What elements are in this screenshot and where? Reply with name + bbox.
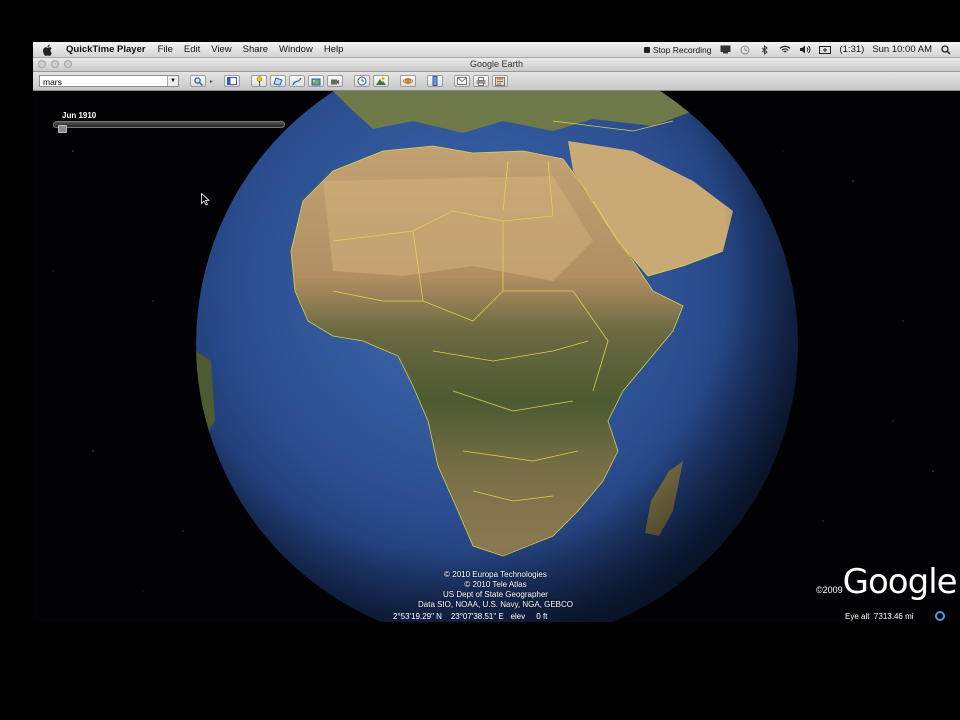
apple-menu-icon[interactable] [43,42,57,57]
clock-icon [357,76,367,86]
credit-line: © 2010 Europa Technologies [444,570,547,579]
sidebar-icon [227,77,238,85]
display-icon[interactable] [719,45,731,55]
ruler-button[interactable] [427,75,444,87]
search-history-dropdown[interactable]: ▼ [167,76,178,86]
longitude-readout: 23°07'38.51" E [450,612,504,621]
search-input[interactable]: mars ▼ [39,75,179,87]
mouse-pointer-icon [201,193,210,206]
credit-line: US Dept of State Geographer [443,590,548,599]
menu-help[interactable]: Help [324,44,344,55]
menu-bar: QuickTime Player File Edit View Share Wi… [33,42,960,58]
record-tour-button[interactable] [327,75,344,87]
eye-alt-label: Eye alt [845,612,870,621]
google-logo: ©2009Google [816,562,958,602]
add-polygon-button[interactable] [270,75,287,87]
email-button[interactable] [454,75,471,87]
time-slider-thumb[interactable] [58,125,67,133]
window-title-bar[interactable]: Google Earth [33,58,960,72]
printer-icon [476,76,486,86]
ruler-icon [432,76,438,86]
view-in-maps-button[interactable] [492,75,509,87]
latitude-readout: 2°53'19.29" N [393,612,442,621]
credit-line: © 2010 Tele Atlas [464,580,527,589]
map-icon [495,76,506,86]
menu-window[interactable]: Window [279,44,313,55]
zoom-window-button[interactable] [64,60,72,68]
spotlight-search-icon[interactable] [940,44,952,55]
elevation-value: 0 ft [536,612,548,621]
globe-view[interactable] [33,91,960,622]
stop-square-icon [643,46,650,53]
bluetooth-icon[interactable] [759,44,771,55]
battery-icon[interactable] [819,45,832,55]
path-icon [292,77,302,85]
battery-time: (1:31) [839,44,865,55]
eye-alt-value: 7313.46 mi [873,612,914,621]
print-button[interactable] [473,75,490,87]
time-slider-date: Jun 1910 [62,111,97,120]
close-window-button[interactable] [38,60,46,68]
magnifier-icon [193,76,203,86]
logo-word: Google [842,562,958,602]
navigation-control-icon[interactable] [935,611,945,621]
tour-camera-icon [331,79,340,84]
add-placemark-button[interactable] [251,75,268,87]
logo-year: ©2009 [816,585,843,595]
stop-recording-item[interactable]: Stop Recording [643,44,712,55]
add-path-button[interactable] [289,75,306,87]
switch-planet-button[interactable] [400,75,417,87]
menu-share[interactable]: Share [243,44,268,55]
imagery-credits: © 2010 Europa Technologies © 2010 Tele A… [393,570,598,610]
historical-imagery-slider[interactable]: Jun 1910 [53,111,285,133]
envelope-icon [457,77,468,85]
menu-file[interactable]: File [158,44,173,55]
earth-viewport[interactable]: Jun 1910 © 2010 Europa Technologies © 20… [33,91,960,622]
menu-view[interactable]: View [211,44,231,55]
globe [196,91,798,622]
sunlight-button[interactable] [373,75,390,87]
sunlight-icon [376,77,387,85]
time-slider-track[interactable] [53,121,285,128]
add-image-overlay-button[interactable] [308,75,325,87]
app-name-menu[interactable]: QuickTime Player [66,44,146,55]
search-button[interactable] [190,75,206,87]
polygon-icon [273,76,283,86]
menu-edit[interactable]: Edit [184,44,200,55]
image-overlay-icon [311,78,321,85]
eye-altitude-readout: Eye alt 7313.46 mi [845,612,914,621]
historical-imagery-button[interactable] [354,75,371,87]
credit-line: Data SIO, NOAA, U.S. Navy, NGA, GEBCO [418,600,573,609]
planet-icon [403,77,414,85]
coordinates-readout: 2°53'19.29" N 23°07'38.51" E elev 0 ft [393,612,547,621]
stop-recording-label: Stop Recording [652,44,712,55]
elevation-label: elev [510,612,526,621]
menu-clock[interactable]: Sun 10:00 AM [872,44,932,55]
window-title: Google Earth [469,59,524,69]
pushpin-icon [256,76,262,86]
wifi-icon[interactable] [779,45,791,55]
search-input-value: mars [43,77,62,87]
toolbar: mars ▼ ▸ [33,72,960,91]
volume-icon[interactable] [799,45,811,55]
sidebar-toggle-button[interactable] [224,75,241,87]
minimize-window-button[interactable] [51,60,59,68]
search-options-icon[interactable]: ▸ [210,78,213,85]
time-machine-icon[interactable] [739,45,751,55]
